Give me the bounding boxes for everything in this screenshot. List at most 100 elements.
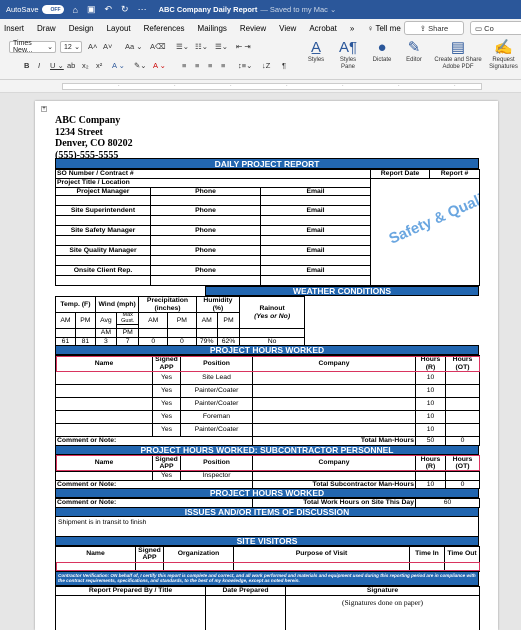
comments-button[interactable]: ▭ Co: [470, 21, 521, 35]
bullets-icon[interactable]: ☰⌄: [176, 42, 189, 51]
worker-position[interactable]: Painter/Coater: [180, 384, 253, 398]
contact-blank[interactable]: [259, 215, 372, 226]
dictate-button[interactable]: ● Dictate: [367, 39, 397, 64]
request-signatures-button[interactable]: ✍ Request Signatures: [486, 39, 521, 71]
clear-format-icon[interactable]: A⌫: [150, 42, 166, 51]
report-number-label[interactable]: Report #: [429, 169, 481, 179]
sub-signed[interactable]: Yes: [152, 470, 181, 481]
strikethrough-icon[interactable]: ab: [67, 61, 75, 70]
worker-position[interactable]: Painter/Coater: [180, 397, 253, 411]
tab-view[interactable]: View: [279, 24, 296, 33]
sub-hours-r-blank[interactable]: [415, 470, 446, 481]
worker-company[interactable]: [252, 397, 416, 411]
contact-blank[interactable]: [150, 255, 261, 266]
bold-icon[interactable]: B: [24, 61, 29, 70]
worker-name[interactable]: [55, 397, 153, 411]
so-number-label[interactable]: SO Number / Contract #: [54, 169, 372, 179]
tab-acrobat[interactable]: Acrobat: [309, 24, 337, 33]
tab-layout[interactable]: Layout: [107, 24, 131, 33]
contact-blank[interactable]: [55, 195, 151, 206]
contact-blank[interactable]: [55, 215, 151, 226]
align-left-icon[interactable]: ≡: [182, 61, 186, 70]
tabs-overflow[interactable]: »: [350, 24, 354, 33]
worker-company[interactable]: [252, 423, 416, 437]
styles-pane-button[interactable]: A¶ Styles Pane: [334, 39, 362, 71]
styles-button[interactable]: A̲ Styles: [300, 39, 332, 64]
worker-hours-r[interactable]: 10: [415, 410, 446, 424]
issues-text[interactable]: Shipment is in transit to finish: [55, 516, 479, 537]
sub-hours-ot-blank[interactable]: [445, 470, 480, 481]
saved-status[interactable]: — Saved to my Mac ⌄: [260, 5, 336, 14]
worker-company[interactable]: [252, 410, 416, 424]
font-size-select[interactable]: 12 ⌄: [60, 41, 82, 53]
more-icon[interactable]: ⋯: [138, 4, 147, 15]
worker-signed[interactable]: Yes: [152, 371, 181, 385]
sort-icon[interactable]: ↓Z: [262, 61, 270, 70]
superscript-icon[interactable]: x²: [96, 61, 102, 70]
font-name-select[interactable]: Times New... ⌄: [9, 40, 56, 54]
worker-name[interactable]: [55, 423, 153, 437]
worker-company[interactable]: [252, 384, 416, 398]
prepared-by-field[interactable]: [55, 594, 206, 630]
share-button[interactable]: ⇪ Share: [404, 21, 464, 35]
report-date-label[interactable]: Report Date: [370, 169, 431, 179]
tab-insert[interactable]: Insert: [4, 24, 24, 33]
worker-position[interactable]: Site Lead: [180, 371, 253, 385]
table-move-handle-icon[interactable]: +: [41, 106, 47, 112]
contact-blank[interactable]: [150, 215, 261, 226]
worker-signed[interactable]: Yes: [152, 410, 181, 424]
sub-company[interactable]: [252, 470, 416, 481]
tab-design[interactable]: Design: [69, 24, 94, 33]
autosave-toggle[interactable]: OFF: [41, 5, 64, 14]
contact-blank[interactable]: [55, 255, 151, 266]
worker-signed[interactable]: Yes: [152, 423, 181, 437]
pilcrow-icon[interactable]: ¶: [282, 61, 286, 70]
justify-icon[interactable]: ≡: [221, 61, 225, 70]
save-icon[interactable]: ▣: [87, 4, 96, 15]
font-color-icon[interactable]: A ⌄: [153, 61, 166, 70]
contact-blank[interactable]: [259, 235, 372, 246]
worker-hours-r[interactable]: 10: [415, 397, 446, 411]
align-right-icon[interactable]: ≡: [208, 61, 212, 70]
sub-name[interactable]: [55, 470, 153, 481]
contact-blank[interactable]: [150, 275, 261, 286]
contact-blank[interactable]: [259, 255, 372, 266]
worker-company[interactable]: [252, 371, 416, 385]
signature-field[interactable]: (Signatures done on paper): [285, 594, 480, 630]
grow-font-icon[interactable]: A˄: [88, 42, 97, 51]
horizontal-ruler[interactable]: · · · · · · ·: [0, 80, 521, 93]
editor-button[interactable]: ✎ Editor: [401, 39, 427, 64]
worker-hours-ot[interactable]: [445, 397, 480, 411]
contact-blank[interactable]: [150, 235, 261, 246]
text-effects-icon[interactable]: A ⌄: [112, 61, 125, 70]
undo-icon[interactable]: ↶: [104, 4, 112, 15]
date-prepared-field[interactable]: [205, 594, 286, 630]
tell-me[interactable]: ♀ Tell me: [367, 24, 400, 33]
project-title-label[interactable]: Project Title / Location: [54, 178, 372, 187]
home-icon[interactable]: ⌂: [73, 5, 78, 15]
worker-name[interactable]: [55, 371, 153, 385]
worker-hours-r[interactable]: 10: [415, 423, 446, 437]
numbering-icon[interactable]: ☷⌄: [195, 42, 208, 51]
worker-hours-ot[interactable]: [445, 423, 480, 437]
tab-review[interactable]: Review: [240, 24, 266, 33]
worker-position[interactable]: Painter/Coater: [180, 423, 253, 437]
worker-name[interactable]: [55, 410, 153, 424]
worker-name[interactable]: [55, 384, 153, 398]
multilevel-icon[interactable]: ☰⌄: [215, 42, 228, 51]
tab-mailings[interactable]: Mailings: [198, 24, 227, 33]
contact-blank[interactable]: [55, 235, 151, 246]
contact-blank[interactable]: [55, 275, 151, 286]
highlight-icon[interactable]: ✎⌄: [134, 61, 147, 70]
contact-blank[interactable]: [259, 275, 372, 286]
line-spacing-icon[interactable]: ↕≡⌄: [238, 61, 252, 70]
change-case-icon[interactable]: Aa ⌄: [125, 42, 143, 51]
worker-hours-ot[interactable]: [445, 410, 480, 424]
indent-icon[interactable]: ⇤ ⇥: [236, 42, 251, 51]
underline-icon[interactable]: U ⌄: [50, 61, 64, 70]
worker-hours-r[interactable]: 10: [415, 384, 446, 398]
create-share-pdf-button[interactable]: ▤ Create and Share Adobe PDF: [432, 39, 484, 71]
worker-hours-ot[interactable]: [445, 371, 480, 385]
tab-draw[interactable]: Draw: [37, 24, 56, 33]
worker-signed[interactable]: Yes: [152, 397, 181, 411]
